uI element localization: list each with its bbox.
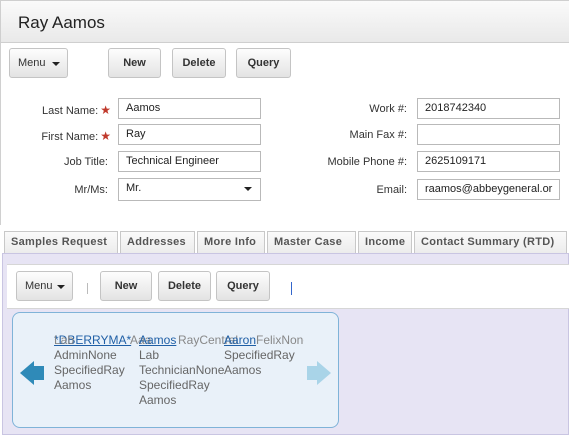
record-1-line: SpecifiedRay (54, 363, 125, 377)
chevron-down-icon (52, 62, 60, 66)
record-2-line: Lab (139, 348, 160, 362)
carousel-record-3[interactable]: Aaron FelixNone SpecifiedRay Aamos (224, 333, 304, 378)
last-name-label: Last Name: ★ (41, 103, 111, 117)
main-fax-field[interactable] (417, 124, 560, 145)
chevron-down-icon (244, 187, 252, 191)
arrow-left-icon-tail (32, 366, 44, 380)
work-label: Work #: (369, 103, 407, 115)
mobile-phone-field[interactable]: 2625109171 (417, 151, 560, 172)
menu-button[interactable]: Menu (9, 48, 68, 78)
record-2-header: Aamos RayCentral (139, 333, 238, 348)
tab-income[interactable]: Income (358, 231, 412, 253)
required-icon: ★ (100, 103, 111, 117)
record-1-overlap-text: Lab (54, 333, 75, 347)
job-title-field[interactable]: Technical Engineer (118, 151, 261, 172)
chevron-down-icon (57, 285, 65, 289)
first-name-field[interactable]: Ray (118, 124, 261, 145)
tab-contact-summary[interactable]: Contact Summary (RTD) (414, 231, 567, 253)
toolbar-separator (87, 283, 88, 294)
record-2-line: SpecifiedRay (139, 378, 210, 392)
query-button[interactable]: Query (236, 48, 291, 78)
record-1-line: AdminNone (54, 348, 117, 362)
record-3-line: Aamos (224, 363, 262, 377)
tab-master-case[interactable]: Master Case (267, 231, 356, 253)
mr-ms-label: Mr/Ms: (74, 184, 108, 196)
sub-menu-button-label: Menu (25, 280, 53, 292)
delete-button[interactable]: Delete (172, 48, 226, 78)
sub-toolbar: Menu New Delete Query (7, 264, 569, 309)
required-icon: ★ (100, 129, 111, 143)
arrow-right-icon-tail (307, 366, 319, 380)
tab-more-info[interactable]: More Info (197, 231, 265, 253)
arrow-right-icon[interactable] (317, 361, 331, 385)
sub-query-button[interactable]: Query (216, 271, 270, 301)
record-2-line: TechnicianNone (139, 363, 225, 377)
tab-samples-request[interactable]: Samples Request (4, 231, 118, 253)
last-name-field[interactable]: Aamos (118, 98, 261, 119)
new-button[interactable]: New (108, 48, 161, 78)
job-title-label: Job Title: (63, 156, 108, 168)
page-title: Ray Aamos (18, 13, 105, 32)
mr-ms-select[interactable]: Mr. (118, 178, 261, 201)
email-label: Email: (376, 184, 407, 196)
main-fax-label: Main Fax #: (349, 129, 407, 141)
sub-new-button[interactable]: New (100, 271, 152, 301)
carousel-record-1[interactable]: Lab *DBERRYMA* Aaa AdminNone SpecifiedRa… (54, 333, 151, 393)
first-name-label: First Name: ★ (41, 129, 111, 143)
mr-ms-value: Mr. (126, 182, 142, 194)
work-phone-field[interactable]: 2018742340 (417, 98, 560, 119)
tab-addresses[interactable]: Addresses (120, 231, 195, 253)
text-cursor (291, 282, 292, 295)
email-field[interactable]: raamos@abbeygeneral.or (417, 179, 560, 200)
record-3-header: Aaron FelixNone (224, 333, 304, 348)
contact-form-panel: Menu New Delete Query Last Name: ★ Aamos … (0, 43, 569, 225)
samples-request-panel: Menu New Delete Query Lab *DBERRYMA* Aaa… (2, 253, 569, 435)
mobile-phone-label: Mobile Phone #: (327, 156, 408, 168)
record-carousel-card: Lab *DBERRYMA* Aaa AdminNone SpecifiedRa… (12, 312, 339, 428)
carousel-record-2[interactable]: Aamos RayCentral Lab TechnicianNone Spec… (139, 333, 238, 408)
record-2-line: Aamos (139, 393, 177, 407)
sub-delete-button[interactable]: Delete (158, 271, 211, 301)
record-1-header: Lab *DBERRYMA* Aaa (54, 333, 151, 348)
menu-button-label: Menu (18, 57, 46, 69)
record-3-line: SpecifiedRay (224, 348, 295, 362)
sub-menu-button[interactable]: Menu (16, 271, 73, 301)
record-3-overlap-suffix: FelixNone (256, 333, 304, 347)
window-title-bar: Ray Aamos (0, 0, 569, 43)
record-2-link[interactable]: Aamos (139, 333, 176, 347)
record-1-line: Aamos (54, 378, 92, 392)
record-3-link[interactable]: Aaron (224, 333, 256, 347)
